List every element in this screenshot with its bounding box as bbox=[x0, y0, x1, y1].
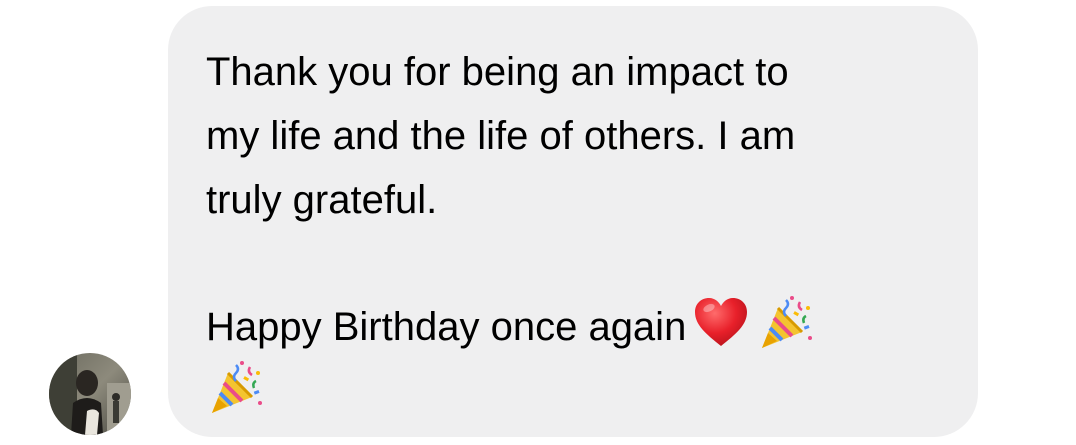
avatar[interactable] bbox=[49, 353, 131, 435]
person-photo-avatar bbox=[49, 353, 131, 435]
message-bubble[interactable]: Thank you for being an impact to my life… bbox=[168, 6, 978, 437]
message-line-emoji bbox=[206, 359, 978, 424]
chat-thread: Thank you for being an impact to my life… bbox=[0, 0, 1076, 445]
message-line: my life and the life of others. I am bbox=[206, 114, 796, 158]
message-line-closing: Happy Birthday once again bbox=[206, 294, 978, 359]
closing-text: Happy Birthday once again bbox=[206, 305, 687, 349]
message-line: truly grateful. bbox=[206, 178, 438, 222]
message-line: Thank you for being an impact to bbox=[206, 50, 789, 94]
message-text: Thank you for being an impact to my life… bbox=[206, 40, 978, 424]
party-popper-icon bbox=[206, 359, 264, 417]
party-popper-icon bbox=[756, 294, 814, 352]
red-heart-icon bbox=[692, 294, 750, 352]
